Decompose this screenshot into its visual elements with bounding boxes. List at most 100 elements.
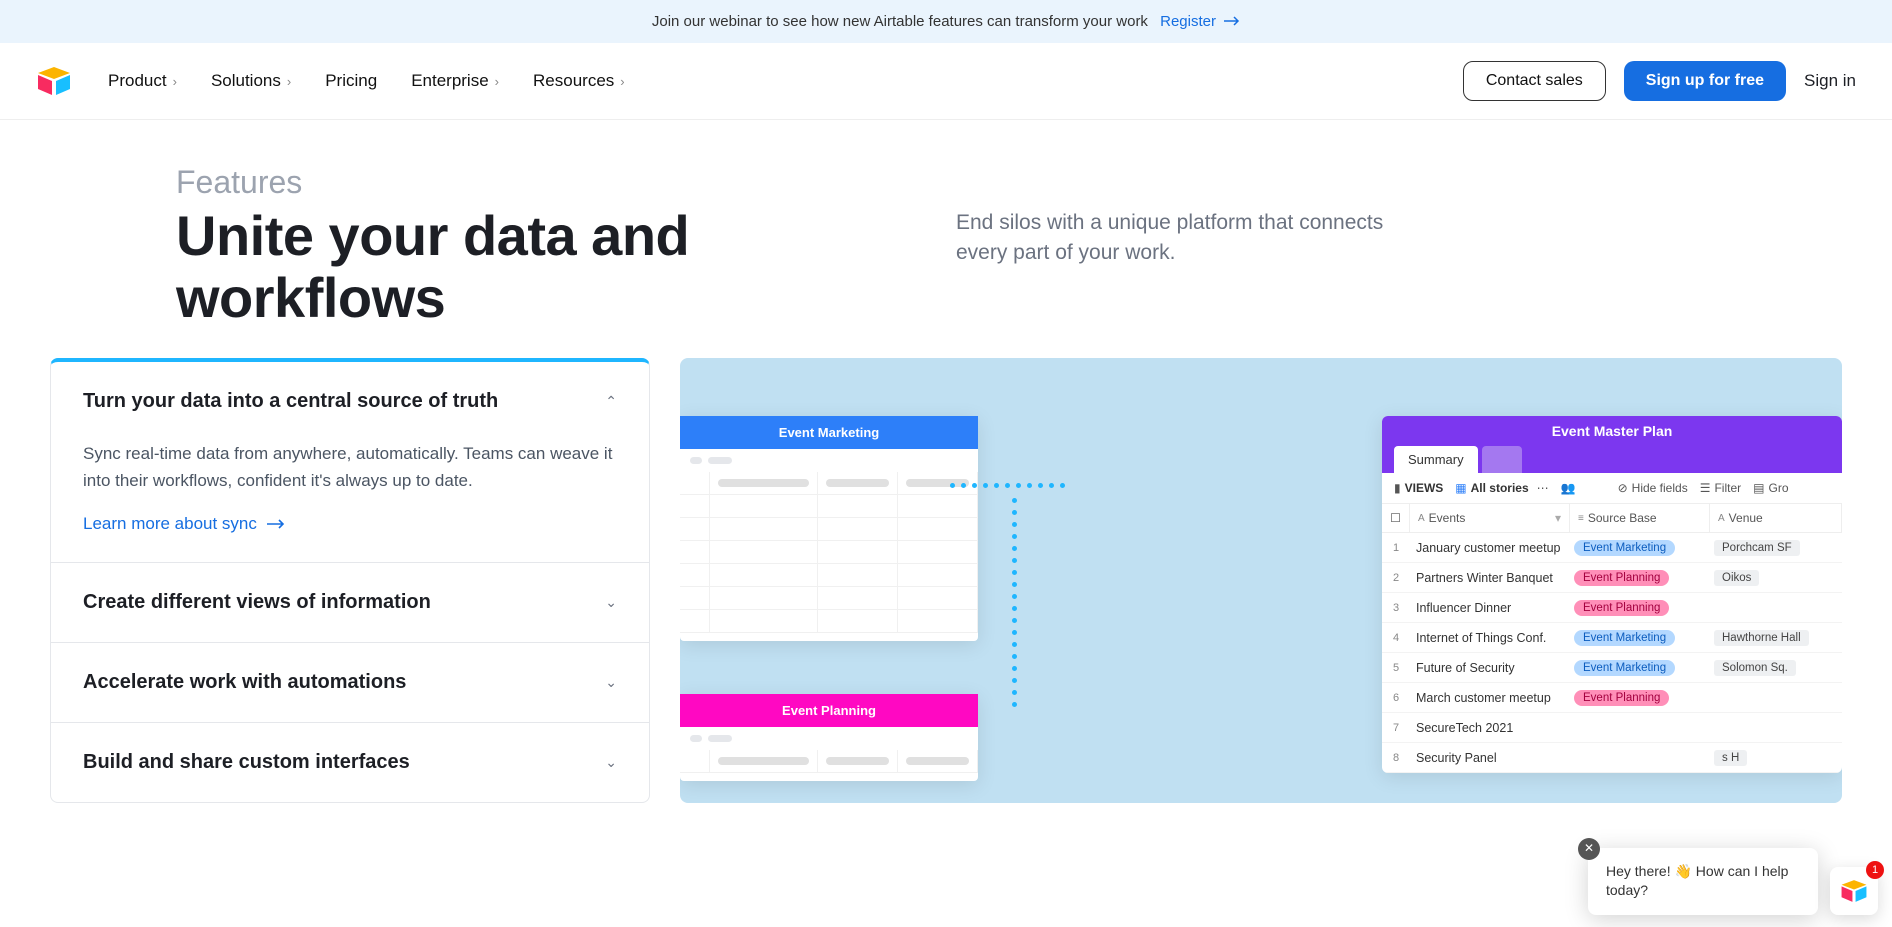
- text-icon: A: [1418, 513, 1425, 524]
- nav-product[interactable]: Product›: [108, 71, 177, 91]
- accordion-header[interactable]: Create different views of information ⌄: [51, 563, 649, 642]
- hero-eyebrow: Features: [176, 164, 896, 201]
- event-cell: Future of Security: [1410, 661, 1570, 675]
- chat-launcher-button[interactable]: 1: [1830, 867, 1878, 915]
- venue-cell: Oikos: [1710, 570, 1842, 586]
- connector-dots: [1012, 498, 1017, 707]
- people-icon[interactable]: 👥: [1561, 481, 1576, 495]
- card-grid: [680, 750, 978, 781]
- preview-card-planning: Event Planning: [680, 694, 978, 781]
- tab-inactive[interactable]: [1482, 446, 1522, 473]
- row-number: 5: [1382, 662, 1410, 674]
- banner-register-link[interactable]: Register: [1160, 13, 1240, 30]
- checkbox-icon: ☐: [1390, 511, 1401, 525]
- text-icon: A: [1718, 513, 1725, 524]
- accordion-header[interactable]: Build and share custom interfaces ⌄: [51, 723, 649, 802]
- filter-button[interactable]: ☰Filter: [1700, 481, 1741, 495]
- source-cell: Event Marketing: [1570, 660, 1710, 676]
- accordion-header[interactable]: Turn your data into a central source of …: [51, 362, 649, 441]
- views-button[interactable]: ▮ VIEWS: [1394, 481, 1443, 495]
- table-row[interactable]: 8Security Panel s H: [1382, 743, 1842, 773]
- checkbox-column[interactable]: ☐: [1382, 504, 1410, 532]
- chat-badge: 1: [1866, 861, 1884, 879]
- accordion-item-views: Create different views of information ⌄: [51, 563, 649, 643]
- label: VIEWS: [1405, 481, 1444, 495]
- chevron-up-icon: ⌃: [605, 393, 617, 410]
- source-cell: Event Marketing: [1570, 630, 1710, 646]
- chevron-down-icon: ⌄: [605, 594, 617, 611]
- learn-more-sync-link[interactable]: Learn more about sync: [83, 514, 285, 534]
- all-stories-button[interactable]: ▦All stories⋯: [1455, 481, 1548, 495]
- row-number: 8: [1382, 752, 1410, 764]
- table-row[interactable]: 2Partners Winter BanquetEvent PlanningOi…: [1382, 563, 1842, 593]
- hero-title: Unite your data and workflows: [176, 205, 896, 328]
- row-number: 1: [1382, 542, 1410, 554]
- nav-resources[interactable]: Resources ›: [533, 71, 625, 91]
- features-accordion: Turn your data into a central source of …: [50, 358, 650, 803]
- venue-cell: Porchcam SF: [1710, 540, 1842, 556]
- event-cell: January customer meetup: [1410, 541, 1570, 555]
- nav-label: Enterprise: [411, 71, 488, 91]
- nav-right: Contact sales Sign up for free Sign in: [1463, 61, 1856, 101]
- nav-enterprise[interactable]: Enterprise ›: [411, 71, 499, 91]
- source-column[interactable]: ≡Source Base: [1570, 504, 1710, 532]
- link-label: Learn more about sync: [83, 514, 257, 534]
- label: Gro: [1768, 481, 1788, 495]
- venue-cell: Hawthorne Hall: [1710, 630, 1842, 646]
- chevron-right-icon: ›: [620, 74, 624, 89]
- chevron-right-icon: ›: [495, 74, 499, 89]
- card-tabs: Summary: [1382, 446, 1842, 473]
- table-row[interactable]: 1January customer meetupEvent MarketingP…: [1382, 533, 1842, 563]
- accordion-header[interactable]: Accelerate work with automations ⌄: [51, 643, 649, 722]
- connector-dots: [950, 483, 1065, 488]
- table-row[interactable]: 4Internet of Things Conf.Event Marketing…: [1382, 623, 1842, 653]
- hero: Features Unite your data and workflows E…: [0, 120, 1892, 358]
- table-row[interactable]: 5Future of SecurityEvent MarketingSolomo…: [1382, 653, 1842, 683]
- event-cell: Internet of Things Conf.: [1410, 631, 1570, 645]
- table-row[interactable]: 6March customer meetupEvent Planning: [1382, 683, 1842, 713]
- table-row[interactable]: 7SecureTech 2021: [1382, 713, 1842, 743]
- accordion-desc: Sync real-time data from anywhere, autom…: [83, 441, 617, 494]
- accordion-body: Sync real-time data from anywhere, autom…: [51, 441, 649, 562]
- event-cell: Security Panel: [1410, 751, 1570, 765]
- event-cell: March customer meetup: [1410, 691, 1570, 705]
- source-cell: Event Planning: [1570, 600, 1710, 616]
- logo[interactable]: [36, 67, 72, 95]
- table-row[interactable]: 3Influencer DinnerEvent Planning: [1382, 593, 1842, 623]
- nav-solutions[interactable]: Solutions›: [211, 71, 291, 91]
- venue-column[interactable]: A Venue: [1710, 504, 1842, 532]
- chevron-down-icon: ⌄: [605, 674, 617, 691]
- label: Venue: [1729, 511, 1763, 525]
- nav-label: Product: [108, 71, 167, 91]
- dropdown-icon: ▾: [1555, 511, 1561, 525]
- banner-text: Join our webinar to see how new Airtable…: [652, 13, 1148, 30]
- card-title: Event Marketing: [680, 416, 978, 449]
- nav-label: Resources: [533, 71, 614, 91]
- row-number: 6: [1382, 692, 1410, 704]
- nav-pricing[interactable]: Pricing: [325, 71, 377, 91]
- eye-off-icon: ⊘: [1618, 481, 1628, 495]
- chat-close-button[interactable]: ✕: [1578, 838, 1600, 860]
- banner-link-label: Register: [1160, 13, 1216, 30]
- chevron-right-icon: ›: [287, 74, 291, 89]
- row-number: 4: [1382, 632, 1410, 644]
- card-grid: [680, 472, 978, 641]
- nav-label: Pricing: [325, 71, 377, 91]
- chat-popup: ✕ Hey there! 👋 How can I help today?: [1588, 848, 1818, 915]
- row-number: 3: [1382, 602, 1410, 614]
- group-button[interactable]: ▤Gro: [1753, 481, 1788, 495]
- events-column[interactable]: A Events ▾: [1410, 504, 1570, 532]
- label: Events: [1429, 511, 1466, 525]
- accordion-item-interfaces: Build and share custom interfaces ⌄: [51, 723, 649, 802]
- card-title: Event Master Plan: [1382, 416, 1842, 446]
- accordion-title: Build and share custom interfaces: [83, 751, 410, 774]
- hide-fields-button[interactable]: ⊘Hide fields: [1618, 481, 1688, 495]
- contact-sales-button[interactable]: Contact sales: [1463, 61, 1606, 101]
- tab-summary[interactable]: Summary: [1394, 446, 1478, 473]
- sidebar-icon: ▮: [1394, 481, 1401, 495]
- signup-button[interactable]: Sign up for free: [1624, 61, 1786, 101]
- chat-text: Hey there!: [1606, 863, 1674, 879]
- venue-cell: s H: [1710, 750, 1842, 766]
- signin-link[interactable]: Sign in: [1804, 71, 1856, 91]
- arrow-right-icon: [267, 514, 285, 534]
